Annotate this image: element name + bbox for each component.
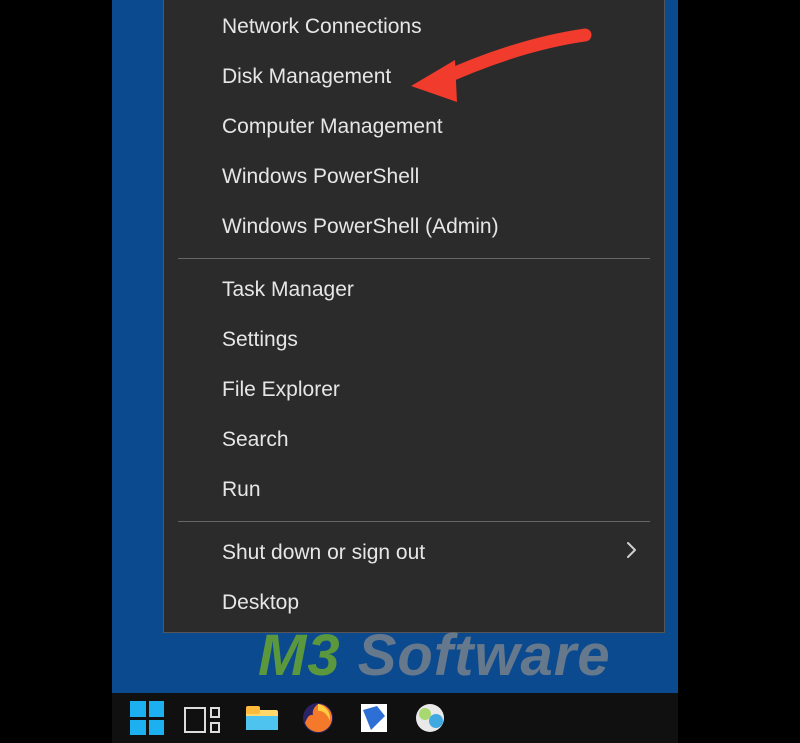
menu-item-label: Network Connections [222, 15, 422, 39]
menu-item-file-explorer[interactable]: File Explorer [164, 365, 664, 415]
menu-item-network-connections[interactable]: Network Connections [164, 2, 664, 52]
menu-separator [178, 521, 650, 522]
menu-item-settings[interactable]: Settings [164, 315, 664, 365]
menu-item-label: Desktop [222, 591, 299, 615]
menu-item-desktop[interactable]: Desktop [164, 578, 664, 628]
firefox-icon [301, 701, 335, 735]
taskbar [112, 693, 678, 743]
start-button[interactable] [130, 701, 164, 735]
app-icon [413, 701, 447, 735]
menu-item-label: Windows PowerShell (Admin) [222, 215, 499, 239]
taskbar-firefox[interactable] [300, 700, 336, 736]
winx-power-user-menu: Network Connections Disk Management Comp… [163, 0, 665, 633]
menu-item-disk-management[interactable]: Disk Management [164, 52, 664, 102]
menu-item-label: Task Manager [222, 278, 354, 302]
chevron-right-icon [626, 541, 638, 565]
menu-separator [178, 258, 650, 259]
menu-item-windows-powershell-admin[interactable]: Windows PowerShell (Admin) [164, 202, 664, 252]
menu-item-task-manager[interactable]: Task Manager [164, 265, 664, 315]
menu-item-label: Settings [222, 328, 298, 352]
menu-item-computer-management[interactable]: Computer Management [164, 102, 664, 152]
menu-item-label: Windows PowerShell [222, 165, 419, 189]
windows-logo-icon [130, 701, 146, 717]
taskbar-file-explorer[interactable] [244, 700, 280, 736]
file-explorer-icon [245, 704, 279, 732]
menu-item-windows-powershell[interactable]: Windows PowerShell [164, 152, 664, 202]
menu-item-label: Shut down or sign out [222, 541, 425, 565]
menu-item-run[interactable]: Run [164, 465, 664, 515]
screenshot-stage: Network Connections Disk Management Comp… [0, 0, 800, 743]
menu-item-label: File Explorer [222, 378, 340, 402]
menu-item-label: Computer Management [222, 115, 443, 139]
task-view-button[interactable] [184, 703, 224, 733]
menu-item-label: Run [222, 478, 261, 502]
document-icon [359, 702, 389, 734]
menu-item-search[interactable]: Search [164, 415, 664, 465]
menu-item-label: Disk Management [222, 65, 391, 89]
taskbar-app[interactable] [412, 700, 448, 736]
menu-item-shut-down-or-sign-out[interactable]: Shut down or sign out [164, 528, 664, 578]
menu-item-label: Search [222, 428, 289, 452]
task-view-icon [184, 707, 206, 733]
taskbar-document[interactable] [356, 700, 392, 736]
